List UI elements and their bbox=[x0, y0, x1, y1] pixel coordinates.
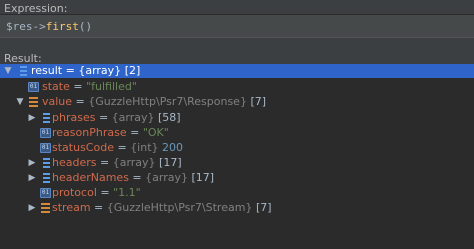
collapse-arrow-icon[interactable]: ▶ bbox=[28, 156, 36, 170]
tree-row-phrases[interactable]: ▶ phrases = {array} [58] bbox=[0, 111, 474, 125]
array-icon bbox=[40, 173, 51, 183]
collapse-arrow-icon[interactable]: ▶ bbox=[28, 201, 36, 215]
tree-row-label: phrases = {array} [58] bbox=[52, 111, 181, 124]
tree-row-label: headers = {array} [17] bbox=[52, 156, 182, 169]
result-tree[interactable]: ▼ result = {array} [2] 01 state = "fulfi… bbox=[0, 64, 474, 249]
tree-row-value[interactable]: ▼ value = {GuzzleHttp\Psr7\Response} [7] bbox=[0, 95, 474, 109]
primitive-icon: 01 bbox=[40, 128, 51, 138]
object-icon bbox=[40, 203, 51, 213]
collapse-arrow-icon[interactable]: ▶ bbox=[28, 171, 36, 185]
tree-row-label: protocol = "1.1" bbox=[52, 186, 141, 199]
tree-row-state[interactable]: 01 state = "fulfilled" bbox=[0, 80, 474, 94]
tree-row-label: statusCode = {int} 200 bbox=[52, 141, 184, 154]
tree-row-label: stream = {GuzzleHttp\Psr7\Stream} [7] bbox=[52, 201, 272, 214]
tree-row-label: value = {GuzzleHttp\Psr7\Response} [7] bbox=[42, 95, 267, 108]
tree-row-reasonphrase[interactable]: 01 reasonPhrase = "OK" bbox=[0, 126, 474, 140]
tree-row-protocol[interactable]: 01 protocol = "1.1" bbox=[0, 186, 474, 200]
array-icon bbox=[17, 66, 28, 76]
array-icon bbox=[40, 113, 51, 123]
collapse-arrow-icon[interactable]: ▶ bbox=[28, 111, 36, 125]
tree-row-label: result = {array} [2] bbox=[31, 64, 141, 77]
expression-text: $res->first() bbox=[6, 20, 93, 33]
primitive-icon: 01 bbox=[28, 82, 39, 92]
tree-row-label: reasonPhrase = "OK" bbox=[52, 126, 169, 139]
tree-row-headers[interactable]: ▶ headers = {array} [17] bbox=[0, 156, 474, 170]
expand-arrow-icon[interactable]: ▼ bbox=[16, 95, 24, 109]
tree-row-result[interactable]: ▼ result = {array} [2] bbox=[0, 64, 474, 78]
expand-arrow-icon[interactable]: ▼ bbox=[4, 64, 12, 78]
array-icon bbox=[40, 158, 51, 168]
tree-row-statuscode[interactable]: 01 statusCode = {int} 200 bbox=[0, 141, 474, 155]
expression-input[interactable]: $res->first() bbox=[0, 14, 474, 38]
tree-row-label: headerNames = {array} [17] bbox=[52, 171, 215, 184]
primitive-icon: 01 bbox=[40, 188, 51, 198]
tree-row-stream[interactable]: ▶ stream = {GuzzleHttp\Psr7\Stream} [7] bbox=[0, 201, 474, 215]
tree-row-headernames[interactable]: ▶ headerNames = {array} [17] bbox=[0, 171, 474, 185]
tree-row-label: state = "fulfilled" bbox=[42, 80, 137, 93]
primitive-icon: 01 bbox=[40, 143, 51, 153]
object-icon bbox=[28, 97, 39, 107]
